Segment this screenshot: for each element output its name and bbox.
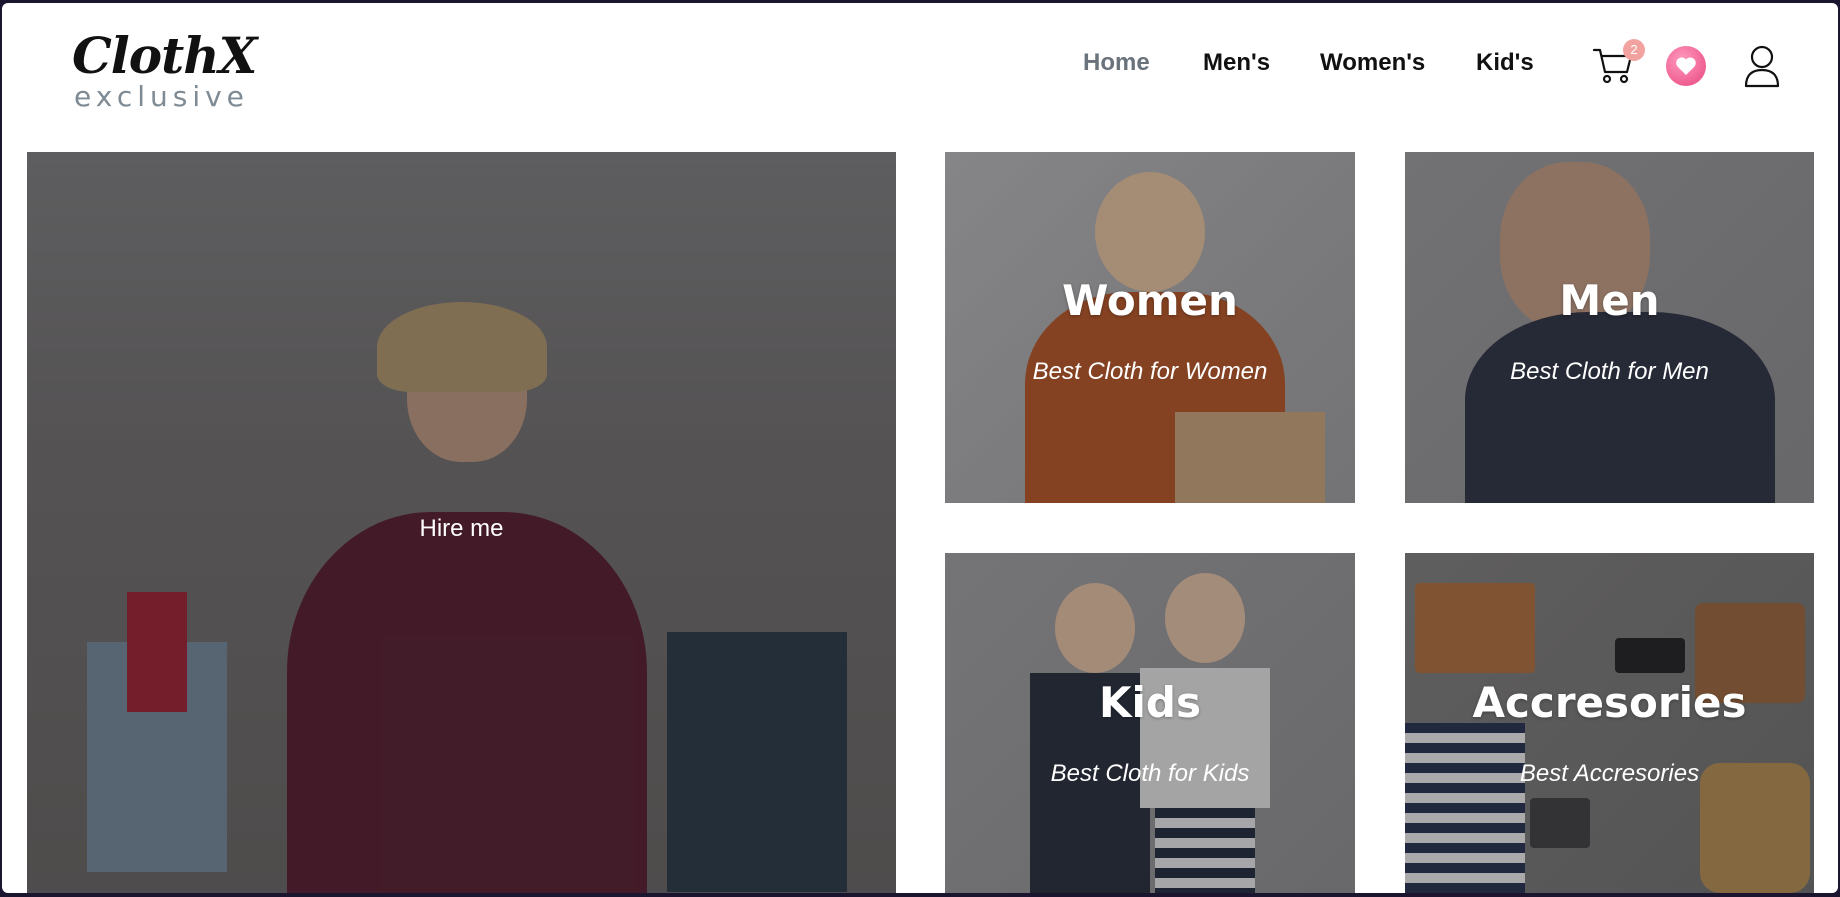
cart-count-badge: 2 (1623, 39, 1645, 61)
category-title: Men (1559, 276, 1660, 325)
category-tile-kids[interactable]: Kids Best Cloth for Kids (945, 553, 1355, 893)
account-button[interactable] (1743, 44, 1781, 88)
nav-mens[interactable]: Men's (1203, 49, 1270, 77)
brand-tagline: exclusive (74, 80, 249, 113)
category-tile-accessories[interactable]: Accresories Best Accresories (1405, 553, 1814, 893)
heart-icon (1676, 57, 1696, 75)
nav-womens[interactable]: Women's (1320, 49, 1425, 77)
category-tile-men[interactable]: Men Best Cloth for Men (1405, 152, 1814, 503)
brand-logo[interactable]: ClothX exclusive (72, 26, 257, 113)
category-tile-women[interactable]: Women Best Cloth for Women (945, 152, 1355, 503)
wishlist-button[interactable] (1666, 46, 1706, 86)
brand-name: ClothX (72, 26, 257, 85)
category-subtitle: Best Accresories (1519, 760, 1700, 787)
user-icon (1744, 45, 1780, 88)
category-subtitle: Best Cloth for Women (1032, 358, 1268, 385)
category-subtitle: Best Cloth for Men (1510, 358, 1709, 385)
site-header: ClothX exclusive Home Men's Women's Kid'… (2, 3, 1838, 153)
category-title: Accresories (1472, 678, 1747, 727)
category-title: Women (1062, 276, 1238, 325)
nav-home[interactable]: Home (1083, 49, 1150, 77)
category-title: Kids (1098, 678, 1201, 727)
cart-button[interactable]: 2 (1591, 39, 1645, 86)
nav-kids[interactable]: Kid's (1476, 49, 1534, 77)
men-overlay (1405, 152, 1814, 503)
app-window: ClothX exclusive Home Men's Women's Kid'… (2, 3, 1838, 893)
women-overlay (945, 152, 1355, 503)
hero-banner: Hire me (27, 152, 896, 893)
hire-me-button[interactable]: Hire me (27, 515, 896, 543)
category-subtitle: Best Cloth for Kids (1050, 760, 1250, 787)
